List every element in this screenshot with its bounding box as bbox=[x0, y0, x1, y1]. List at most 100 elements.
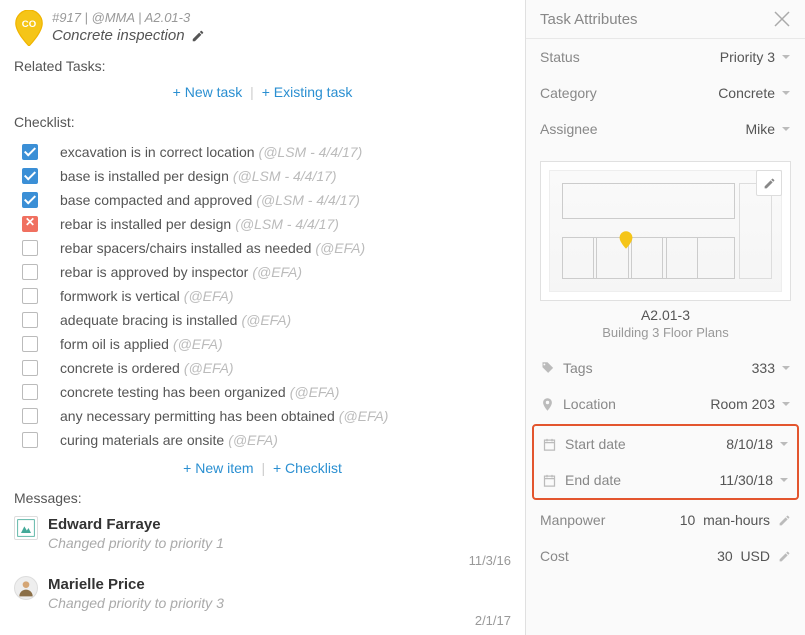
checklist-item: rebar is approved by inspector (@EFA) bbox=[14, 260, 511, 284]
category-row[interactable]: Category Concrete bbox=[526, 75, 805, 111]
checklist-meta: (@LSM - 4/4/17) bbox=[235, 216, 339, 232]
message-date: 2/1/17 bbox=[475, 613, 511, 628]
assignee-label: Assignee bbox=[540, 121, 598, 137]
checklist-text: any necessary permitting has been obtain… bbox=[60, 408, 335, 424]
task-attributes-panel: Task Attributes Status Priority 3 Catego… bbox=[525, 0, 805, 635]
checklist-checkbox[interactable] bbox=[22, 240, 38, 256]
end-date-row[interactable]: End date 11/30/18 bbox=[534, 462, 797, 498]
assignee-row[interactable]: Assignee Mike bbox=[526, 111, 805, 147]
checklist-text: base compacted and approved bbox=[60, 192, 252, 208]
existing-task-link[interactable]: + Existing task bbox=[262, 84, 353, 100]
divider: | bbox=[250, 84, 254, 100]
floorplan-image bbox=[549, 170, 782, 292]
checklist-item: adequate bracing is installed (@EFA) bbox=[14, 308, 511, 332]
checklist-checkbox[interactable] bbox=[22, 384, 38, 400]
manpower-label: Manpower bbox=[540, 512, 605, 528]
avatar bbox=[14, 516, 38, 540]
floorplan-thumbnail[interactable] bbox=[540, 161, 791, 301]
date-highlight-box: Start date 8/10/18 End date 11/30/18 bbox=[532, 424, 799, 500]
message-author: Edward Farraye bbox=[48, 516, 161, 533]
message-body: Edward FarrayeChanged priority to priori… bbox=[48, 516, 511, 568]
manpower-unit: man-hours bbox=[703, 512, 770, 528]
checklist-container: excavation is in correct location (@LSM … bbox=[14, 140, 511, 452]
checklist-meta: (@EFA) bbox=[184, 288, 234, 304]
message-item: Marielle Price Changed priority to priori… bbox=[14, 576, 511, 628]
manpower-row[interactable]: Manpower 10 man-hours bbox=[526, 502, 805, 538]
pencil-icon[interactable] bbox=[778, 550, 791, 563]
calendar-icon bbox=[542, 437, 557, 452]
checklist-checkbox[interactable] bbox=[22, 288, 38, 304]
checklist-checkbox[interactable] bbox=[22, 216, 38, 232]
checklist-checkbox[interactable] bbox=[22, 312, 38, 328]
checklist-item: form oil is applied (@EFA) bbox=[14, 332, 511, 356]
message-author: Marielle Price bbox=[48, 576, 145, 593]
thumbnail-caption: A2.01-3 bbox=[526, 307, 805, 323]
task-meta: #917 | @MMA | A2.01-3 bbox=[52, 10, 511, 25]
status-row[interactable]: Status Priority 3 bbox=[526, 39, 805, 75]
checklist-checkbox[interactable] bbox=[22, 336, 38, 352]
cost-row[interactable]: Cost 30 USD bbox=[526, 538, 805, 574]
cost-unit: USD bbox=[740, 548, 770, 564]
avatar bbox=[14, 576, 38, 600]
start-date-row[interactable]: Start date 8/10/18 bbox=[534, 426, 797, 462]
chevron-down-icon bbox=[781, 399, 791, 409]
checklist-checkbox[interactable] bbox=[22, 264, 38, 280]
messages-label: Messages: bbox=[14, 490, 511, 506]
edit-title-icon[interactable] bbox=[191, 29, 205, 43]
checklist-text: concrete testing has been organized bbox=[60, 384, 286, 400]
category-value: Concrete bbox=[718, 85, 775, 101]
checklist-meta: (@EFA) bbox=[290, 384, 340, 400]
location-row[interactable]: Location Room 203 bbox=[526, 386, 805, 422]
checklist-item: formwork is vertical (@EFA) bbox=[14, 284, 511, 308]
checklist-checkbox[interactable] bbox=[22, 360, 38, 376]
checklist-meta: (@EFA) bbox=[315, 240, 365, 256]
message-action: Changed priority to priority 3 bbox=[48, 595, 224, 628]
divider: | bbox=[261, 460, 265, 476]
checklist-item: curing materials are onsite (@EFA) bbox=[14, 428, 511, 452]
checklist-item: excavation is in correct location (@LSM … bbox=[14, 140, 511, 164]
checklist-checkbox[interactable] bbox=[22, 192, 38, 208]
checklist-checkbox[interactable] bbox=[22, 432, 38, 448]
left-panel: CO #917 | @MMA | A2.01-3 Concrete inspec… bbox=[0, 0, 525, 635]
tag-icon bbox=[540, 361, 555, 376]
task-title-text: Concrete inspection bbox=[52, 27, 185, 44]
checklist-meta: (@EFA) bbox=[228, 432, 278, 448]
tags-row[interactable]: Tags 333 bbox=[526, 350, 805, 386]
checklist-text: base is installed per design bbox=[60, 168, 229, 184]
checklist-text: excavation is in correct location bbox=[60, 144, 255, 160]
checklist-text: formwork is vertical bbox=[60, 288, 180, 304]
checklist-meta: (@EFA) bbox=[339, 408, 389, 424]
checklist-checkbox[interactable] bbox=[22, 408, 38, 424]
checklist-label: Checklist: bbox=[14, 114, 511, 130]
status-value: Priority 3 bbox=[720, 49, 775, 65]
checklist-meta: (@EFA) bbox=[184, 360, 234, 376]
message-body: Marielle Price Changed priority to priori… bbox=[48, 576, 511, 628]
assignee-value: Mike bbox=[745, 121, 775, 137]
checklist-meta: (@LSM - 4/4/17) bbox=[256, 192, 360, 208]
chevron-down-icon bbox=[781, 124, 791, 134]
add-checklist-link[interactable]: + Checklist bbox=[273, 460, 342, 476]
checklist-checkbox[interactable] bbox=[22, 168, 38, 184]
checklist-checkbox[interactable] bbox=[22, 144, 38, 160]
checklist-meta: (@EFA) bbox=[173, 336, 223, 352]
checklist-text: curing materials are onsite bbox=[60, 432, 224, 448]
thumbnail-subcaption: Building 3 Floor Plans bbox=[526, 325, 805, 340]
pencil-icon[interactable] bbox=[778, 514, 791, 527]
calendar-icon bbox=[542, 473, 557, 488]
new-item-link[interactable]: + New item bbox=[183, 460, 253, 476]
attributes-header: Task Attributes bbox=[526, 0, 805, 39]
close-icon[interactable] bbox=[773, 10, 791, 28]
checklist-item: concrete testing has been organized (@EF… bbox=[14, 380, 511, 404]
chevron-down-icon bbox=[779, 439, 789, 449]
task-title[interactable]: Concrete inspection bbox=[52, 27, 511, 44]
start-date-value: 8/10/18 bbox=[726, 436, 773, 452]
related-tasks-label: Related Tasks: bbox=[14, 58, 511, 74]
edit-thumbnail-button[interactable] bbox=[756, 170, 782, 196]
chevron-down-icon bbox=[781, 52, 791, 62]
new-task-link[interactable]: + New task bbox=[173, 84, 243, 100]
start-date-label: Start date bbox=[565, 436, 626, 452]
message-date: 11/3/16 bbox=[469, 553, 511, 568]
checklist-meta: (@LSM - 4/4/17) bbox=[233, 168, 337, 184]
attributes-title: Task Attributes bbox=[540, 11, 638, 28]
manpower-value: 10 bbox=[680, 512, 696, 528]
